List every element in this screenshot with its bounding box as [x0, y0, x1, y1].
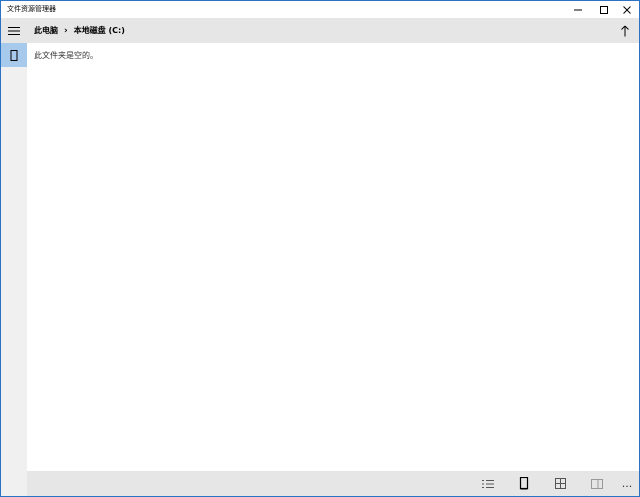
- breadcrumb-item-local-disk[interactable]: 本地磁盘 (C:): [74, 25, 125, 36]
- minimize-button[interactable]: [564, 1, 591, 18]
- close-icon: [622, 5, 631, 14]
- breadcrumb-separator: ›: [64, 25, 68, 36]
- empty-folder-message: 此文件夹是空的。: [34, 51, 98, 60]
- details-view-button[interactable]: [476, 471, 500, 496]
- sidebar-item-device[interactable]: [1, 43, 27, 67]
- bottom-toolbar: ...: [27, 471, 639, 496]
- close-button[interactable]: [613, 1, 640, 18]
- tiles-view-button[interactable]: [548, 471, 572, 496]
- more-button[interactable]: ...: [615, 471, 639, 496]
- tiles-view-icon: [554, 478, 566, 489]
- breadcrumb-item-this-pc[interactable]: 此电脑: [34, 25, 58, 36]
- device-view-icon: [519, 477, 529, 490]
- minimize-icon: [573, 9, 582, 10]
- preview-pane-icon: [591, 478, 603, 489]
- preview-pane-button[interactable]: [585, 471, 609, 496]
- sidebar: [1, 43, 27, 496]
- menu-button[interactable]: [1, 18, 27, 43]
- title-bar[interactable]: 文件资源管理器: [1, 1, 639, 18]
- hamburger-icon: [8, 26, 20, 35]
- breadcrumb: 此电脑 › 本地磁盘 (C:): [34, 18, 125, 43]
- file-explorer-window: 文件资源管理器 此电脑 › 本地磁盘 (C:) 此文件夹是空的。 ...: [0, 0, 640, 497]
- device-view-button[interactable]: [512, 471, 536, 496]
- maximize-icon: [599, 5, 608, 14]
- header-bar: 此电脑 › 本地磁盘 (C:): [1, 18, 639, 43]
- content-area: 此文件夹是空的。: [27, 43, 639, 471]
- more-icon: ...: [621, 476, 633, 490]
- arrow-up-icon: [621, 25, 629, 36]
- phone-device-icon: [10, 49, 18, 61]
- window-title: 文件资源管理器: [7, 5, 56, 13]
- details-view-icon: [482, 479, 494, 488]
- up-button[interactable]: [615, 18, 635, 43]
